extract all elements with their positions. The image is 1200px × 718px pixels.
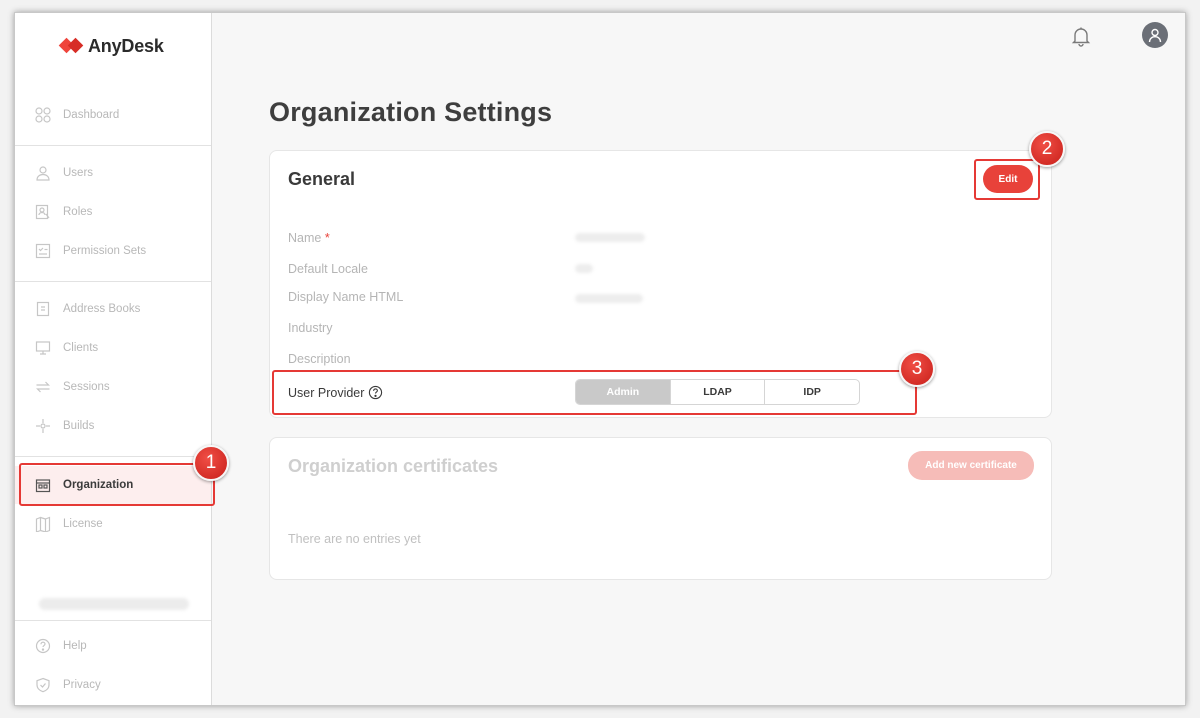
anydesk-logo-icon [58, 35, 84, 57]
sidebar-item-users[interactable]: Users [15, 154, 211, 192]
builds-icon [34, 418, 51, 435]
app-window: AnyDesk Dashboard Users Roles Permission… [14, 12, 1186, 706]
general-title: General [288, 169, 356, 189]
permission-icon [34, 243, 51, 260]
address-book-icon [34, 301, 51, 318]
sidebar-divider [15, 620, 211, 621]
callout-badge-2: 2 [1029, 131, 1065, 167]
sidebar-item-label: Users [63, 167, 94, 179]
sidebar-item-permission-sets[interactable]: Permission Sets [15, 232, 211, 270]
sidebar: AnyDesk Dashboard Users Roles Permission… [15, 13, 212, 705]
roles-icon [34, 204, 51, 221]
callout-badge-3: 3 [899, 351, 935, 387]
dashboard-icon [34, 107, 51, 124]
sidebar-item-address-books[interactable]: Address Books [15, 290, 211, 328]
sidebar-item-privacy[interactable]: Privacy [15, 666, 211, 704]
user-icon [34, 165, 51, 182]
sidebar-item-license[interactable]: License [15, 505, 211, 543]
highlight-edit [974, 159, 1040, 200]
description-label: Description [288, 352, 351, 366]
bell-icon[interactable] [1070, 25, 1092, 52]
sidebar-item-label: Privacy [63, 679, 101, 691]
avatar-icon[interactable] [1142, 22, 1168, 48]
sidebar-item-label: Roles [63, 206, 93, 218]
highlight-organization [19, 463, 215, 506]
page-title: Organization Settings [269, 97, 553, 127]
arrows-icon [34, 379, 51, 396]
certificates-title: Organization certificates [288, 456, 499, 476]
sidebar-item-sessions[interactable]: Sessions [15, 368, 211, 406]
shield-icon [34, 677, 51, 694]
display-name-value-redacted [575, 294, 643, 303]
industry-label: Industry [288, 321, 333, 335]
sidebar-item-clients[interactable]: Clients [15, 329, 211, 367]
required-marker: * [324, 231, 330, 245]
sidebar-item-label: License [63, 518, 103, 530]
name-value-redacted [575, 233, 645, 242]
empty-state-text: There are no entries yet [288, 532, 421, 546]
sidebar-item-builds[interactable]: Builds [15, 407, 211, 445]
license-icon [34, 516, 51, 533]
display-name-html-label: Display Name HTML [288, 290, 404, 304]
sidebar-item-label: Clients [63, 342, 99, 354]
anydesk-logo[interactable]: AnyDesk [58, 35, 164, 57]
user-email-redacted [39, 598, 189, 610]
sidebar-item-help[interactable]: Help [15, 627, 211, 665]
sidebar-divider [15, 145, 211, 146]
sidebar-item-label: Help [63, 640, 87, 652]
callout-badge-1: 1 [193, 445, 229, 481]
certificates-card: Organization certificates Add new certif… [269, 437, 1052, 580]
sidebar-item-label: Dashboard [63, 109, 120, 121]
sidebar-divider [15, 281, 211, 282]
sidebar-item-dashboard[interactable]: Dashboard [15, 96, 211, 134]
sidebar-item-label: Address Books [63, 303, 141, 315]
sidebar-item-label: Permission Sets [63, 245, 147, 257]
help-icon [34, 638, 51, 655]
sidebar-item-label: Sessions [63, 381, 110, 393]
highlight-user-provider [272, 370, 917, 415]
sidebar-item-label: Builds [63, 420, 95, 432]
default-locale-value-redacted [575, 264, 593, 273]
add-certificate-button[interactable]: Add new certificate [908, 451, 1034, 480]
sidebar-divider [15, 456, 211, 457]
name-label: Name * [288, 231, 330, 245]
monitor-icon [34, 340, 51, 357]
sidebar-item-roles[interactable]: Roles [15, 193, 211, 231]
default-locale-label: Default Locale [288, 262, 368, 276]
brand-name: AnyDesk [88, 35, 164, 56]
